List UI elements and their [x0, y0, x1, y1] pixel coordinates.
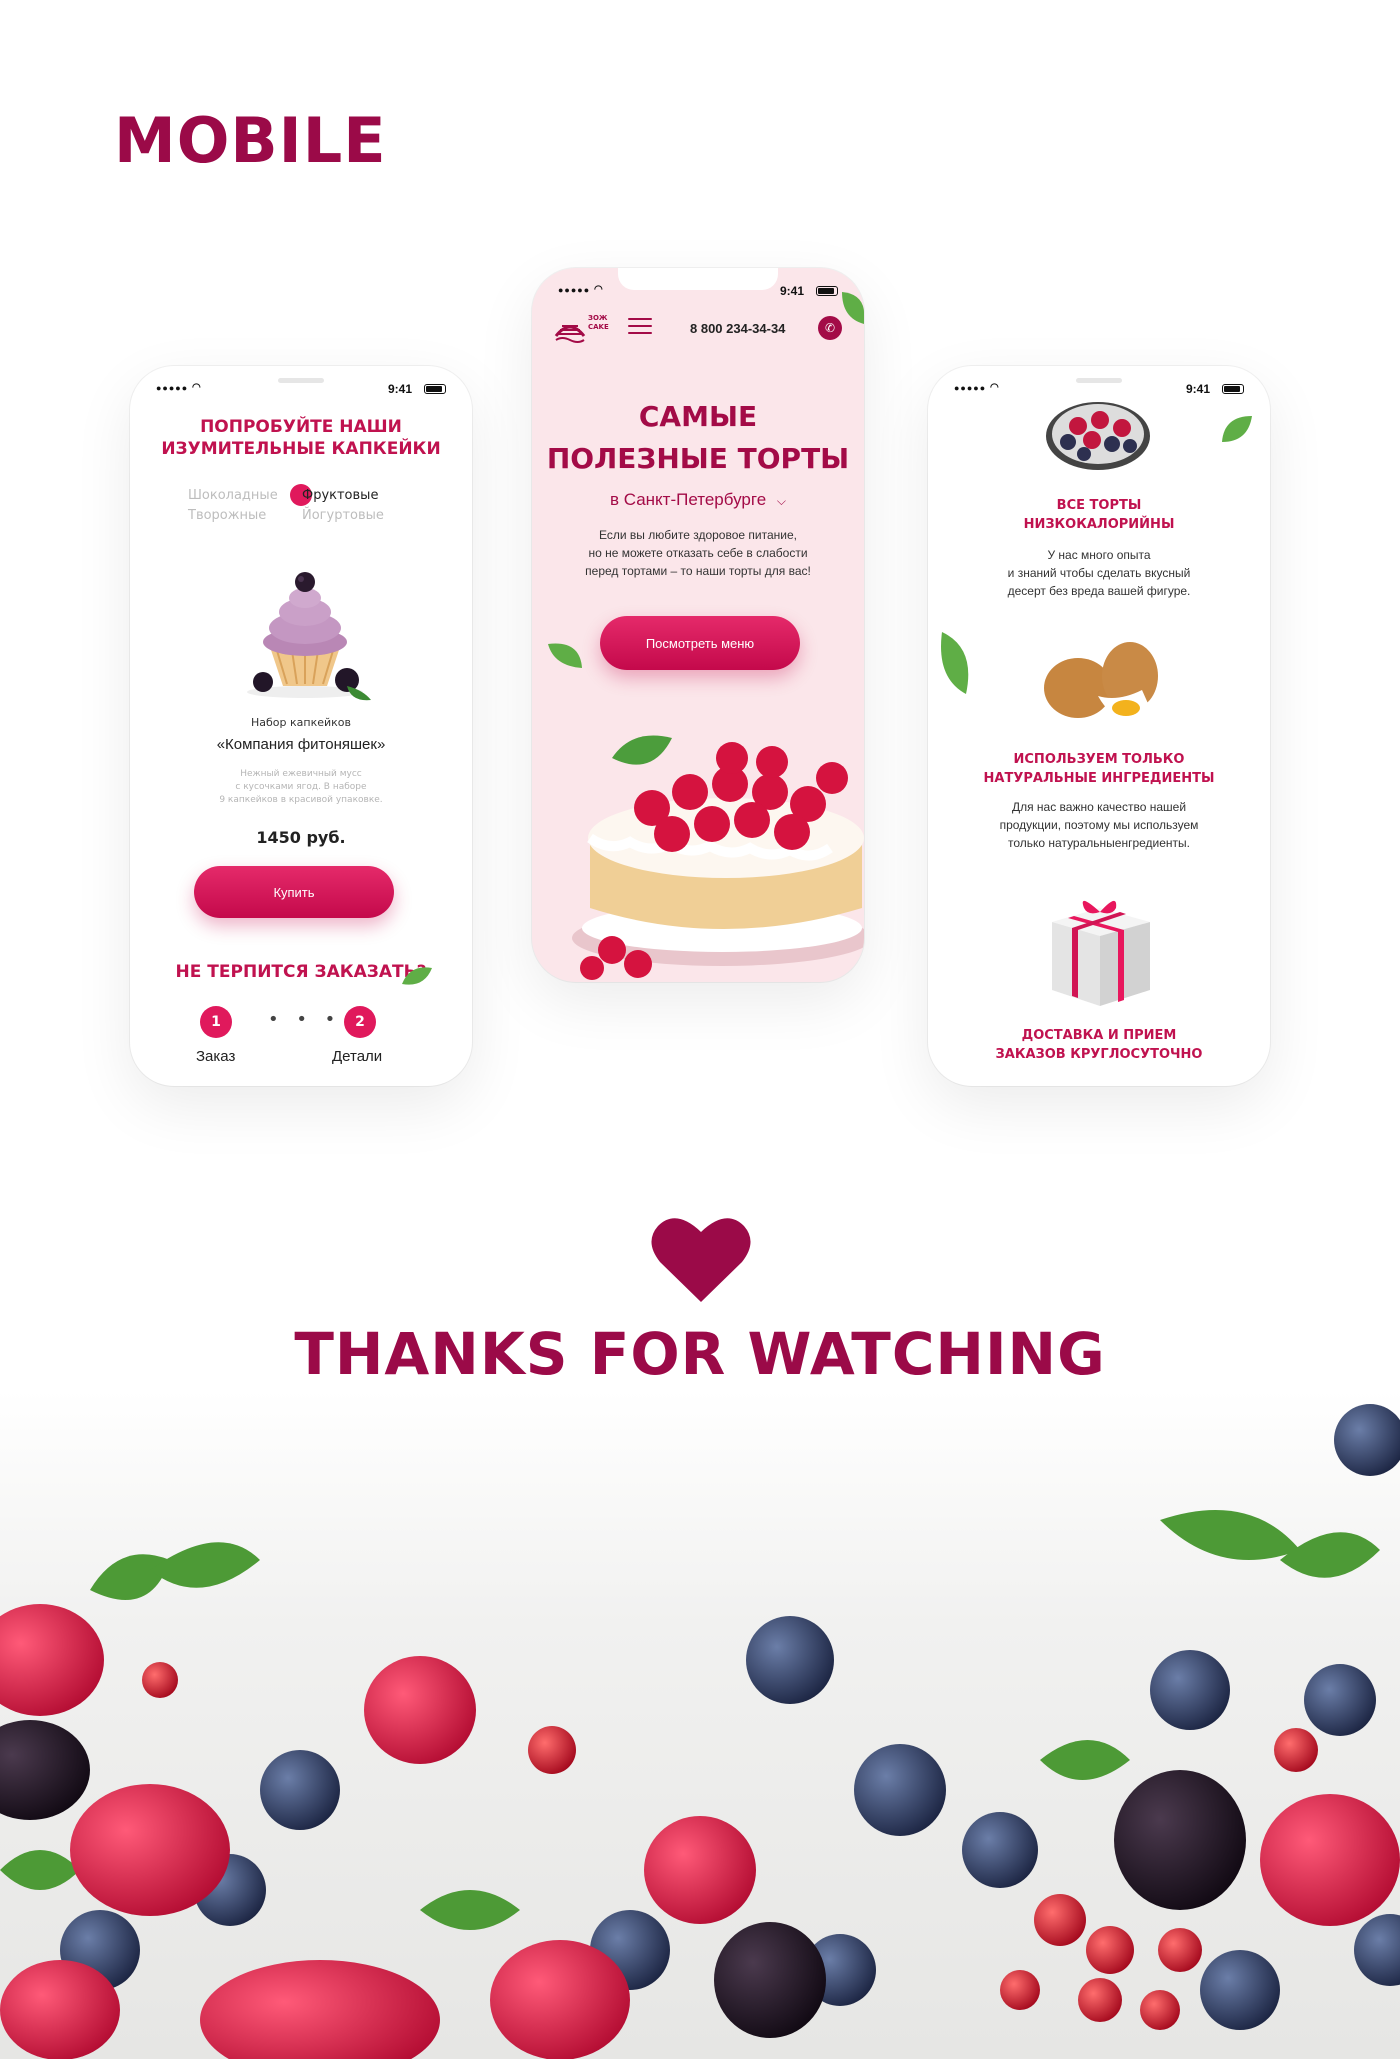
hero-text-line3: перед тортами – то наши торты для вас!	[585, 564, 811, 578]
logo-text: ЗОЖ CAKE	[588, 314, 609, 332]
battery-icon	[816, 286, 838, 296]
mint-leaf-icon	[402, 967, 432, 985]
step-1-badge[interactable]: 1	[200, 1006, 232, 1038]
logo-line2: CAKE	[588, 323, 609, 331]
status-time: 9:41	[387, 382, 412, 396]
heart-icon	[651, 1218, 751, 1302]
signal-icon: ●●●●●	[954, 383, 987, 393]
header-phone-number[interactable]: 8 800 234-34-34	[690, 321, 785, 336]
feature-2-text-line3: только натуральныенгредиенты.	[1007, 836, 1191, 850]
feature-2-title-line2: НАТУРАЛЬНЫЕ ИНГРЕДИЕНТЫ	[983, 771, 1215, 786]
thanks-title: THANKS FOR WATCHING	[294, 1320, 1106, 1388]
product-desc-line2: с кусочками ягод. В наборе	[235, 782, 367, 792]
wifi-icon: ◠	[594, 284, 603, 295]
tab-yogurt[interactable]: Йогуртовые	[302, 508, 384, 523]
logo-line1: ЗОЖ	[588, 314, 608, 322]
hero-title: САМЫЕ ПОЛЕЗНЫЕ ТОРТЫ	[532, 396, 864, 480]
cupcakes-title-line2: ИЗУМИТЕЛЬНЫЕ КАПКЕЙКИ	[161, 439, 441, 459]
phone-cupcakes: ●●●●● ◠ 9:41 ПОПРОБУЙТЕ НАШИ ИЗУМИТЕЛЬНЫ…	[130, 366, 472, 1086]
city-selector[interactable]: в Санкт-Петербурге ⌵	[532, 490, 864, 510]
mint-leaf-icon	[842, 292, 864, 324]
mint-leaf-icon	[548, 643, 582, 668]
eggs-image	[1044, 642, 1158, 718]
buy-button[interactable]: Купить	[194, 866, 394, 918]
view-menu-button[interactable]: Посмотреть меню	[600, 616, 800, 670]
feature-1-text-line3: десерт без вреда вашей фигуре.	[1007, 584, 1191, 598]
hero-title-line1: САМЫЕ	[638, 400, 758, 433]
feature-1-text: У нас много опыта и знаний чтобы сделать…	[928, 546, 1270, 600]
product-description: Нежный ежевичный мусс с кусочками ягод. …	[130, 768, 472, 807]
product-desc-line3: 9 капкейков в красивой упаковке.	[219, 795, 383, 805]
feature-3-title-line1: ДОСТАВКА И ПРИЕМ	[1021, 1028, 1177, 1043]
cake-image	[572, 735, 864, 980]
feature-1-title-line1: ВСЕ ТОРТЫ	[1056, 498, 1142, 513]
tab-fruit[interactable]: Фруктовые	[302, 488, 378, 503]
menu-icon[interactable]	[628, 318, 652, 336]
feature-1-text-line2: и знаний чтобы сделать вкусный	[1007, 566, 1191, 580]
feature-1-title: ВСЕ ТОРТЫ НИЗКОКАЛОРИЙНЫ	[928, 496, 1270, 534]
hero-title-line2: ПОЛЕЗНЫЕ ТОРТЫ	[546, 442, 850, 475]
tab-chocolate[interactable]: Шоколадные	[188, 488, 278, 503]
chevron-down-icon: ⌵	[776, 494, 786, 508]
cupcakes-title-line1: ПОПРОБУЙТЕ НАШИ	[200, 417, 402, 437]
step-1-label: Заказ	[196, 1048, 236, 1065]
feature-2-text-line2: продукции, поэтому мы используем	[999, 818, 1199, 832]
product-price: 1450 руб.	[256, 828, 346, 847]
feature-1-text-line1: У нас много опыта	[1047, 548, 1151, 562]
hero-text-line2: но не можете отказать себе в слабости	[588, 546, 808, 560]
feature-2-title-line1: ИСПОЛЬЗУЕМ ТОЛЬКО	[1013, 752, 1185, 767]
feature-3-title: ДОСТАВКА И ПРИЕМ ЗАКАЗОВ КРУГЛОСУТОЧНО	[928, 1026, 1270, 1064]
cupcake-image	[247, 572, 371, 701]
mint-leaf-icon	[1222, 416, 1252, 442]
wifi-icon: ◠	[990, 382, 999, 393]
phone-features: ●●●●● ◠ 9:41 ВСЕ ТОРТЫ НИЗКОКАЛОРИЙНЫ У …	[928, 366, 1270, 1086]
product-desc-line1: Нежный ежевичный мусс	[240, 769, 362, 779]
wifi-icon: ◠	[192, 382, 201, 393]
berry-bowl-image	[1046, 402, 1150, 470]
cupcakes-title: ПОПРОБУЙТЕ НАШИ ИЗУМИТЕЛЬНЫЕ КАПКЕЙКИ	[130, 416, 472, 460]
feature-2-title: ИСПОЛЬЗУЕМ ТОЛЬКО НАТУРАЛЬНЫЕ ИНГРЕДИЕНТ…	[928, 750, 1270, 788]
tab-curd[interactable]: Творожные	[188, 508, 266, 523]
signal-icon: ●●●●●	[156, 383, 189, 393]
feature-2-text-line1: Для нас важно качество нашей	[1011, 800, 1187, 814]
status-time: 9:41	[779, 284, 804, 298]
site-header: ЗОЖ CAKE 8 800 234-34-34 ✆	[532, 304, 864, 356]
gift-box-image	[1052, 900, 1150, 1006]
mint-leaf-icon	[941, 632, 969, 694]
phone-hero: ●●●●● ◠ 9:41 ЗОЖ CAKE 8 800 234-34-34 ✆ …	[532, 268, 864, 982]
hero-text-line1: Если вы любите здоровое питание,	[599, 528, 797, 542]
city-label: в Санкт-Петербурге	[609, 490, 767, 509]
feature-2-text: Для нас важно качество нашей продукции, …	[928, 798, 1270, 852]
battery-icon	[424, 384, 446, 394]
step-2-badge[interactable]: 2	[344, 1006, 376, 1038]
status-bar: ●●●●● ◠ 9:41	[532, 268, 864, 304]
battery-icon	[1222, 384, 1244, 394]
step-connector: • • •	[268, 1009, 342, 1030]
product-set-label: Набор капкейков	[251, 716, 351, 729]
product-name: «Компания фитоняшек»	[216, 736, 386, 753]
status-bar: ●●●●● ◠ 9:41	[130, 366, 472, 402]
section-title: MOBILE	[114, 104, 387, 177]
step-2-label: Детали	[332, 1048, 383, 1065]
status-time: 9:41	[1185, 382, 1210, 396]
hero-text: Если вы любите здоровое питание, но не м…	[532, 526, 864, 580]
feature-1-title-line2: НИЗКОКАЛОРИЙНЫ	[1023, 517, 1175, 532]
feature-3-title-line2: ЗАКАЗОВ КРУГЛОСУТОЧНО	[995, 1047, 1203, 1062]
berries-image	[0, 1390, 1400, 2059]
signal-icon: ●●●●●	[558, 285, 591, 295]
